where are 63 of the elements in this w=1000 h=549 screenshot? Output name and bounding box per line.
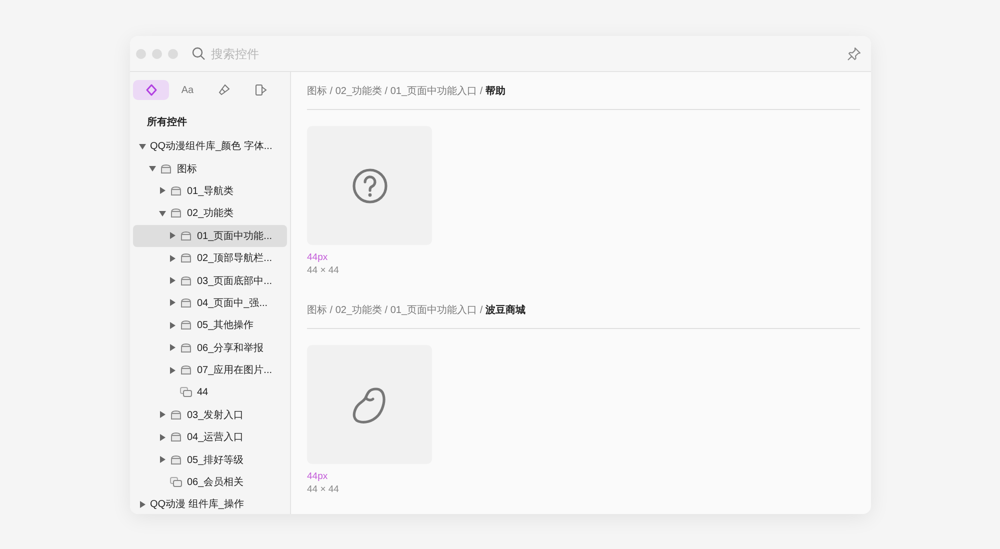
tree-item[interactable]: QQ动漫 组件库_操作 bbox=[133, 493, 287, 514]
folder-icon bbox=[180, 342, 192, 353]
folder-icon bbox=[180, 253, 192, 264]
expanded-triangle-icon[interactable] bbox=[158, 210, 166, 217]
folder-icon bbox=[180, 320, 192, 330]
sidebar-heading[interactable]: 所有控件 bbox=[133, 110, 287, 135]
collapsed-triangle-icon[interactable] bbox=[168, 254, 176, 262]
bean-icon bbox=[352, 386, 388, 424]
tree-item[interactable]: 03_发射入口 bbox=[133, 404, 287, 426]
tree-item[interactable]: 图标 bbox=[133, 157, 287, 180]
folder-icon bbox=[180, 298, 192, 308]
text-tab[interactable]: Aa bbox=[170, 80, 206, 100]
brush-icon bbox=[218, 84, 230, 96]
folder-icon bbox=[180, 230, 192, 241]
tree-item[interactable]: QQ动漫组件库_颜色 字体... bbox=[133, 135, 287, 158]
tree-item[interactable]: 04_页面中_强... bbox=[133, 292, 287, 314]
folder-icon bbox=[180, 365, 192, 376]
tree-item[interactable]: 03_页面底部中... bbox=[133, 269, 287, 292]
icon-preview-card[interactable] bbox=[307, 126, 432, 245]
size-label: 44px bbox=[307, 252, 329, 263]
collapsed-triangle-icon[interactable] bbox=[158, 434, 166, 441]
folder-icon bbox=[170, 432, 182, 442]
icon-tab[interactable] bbox=[133, 80, 169, 100]
tree-item[interactable]: 02_顶部导航栏... bbox=[133, 246, 287, 270]
expanded-triangle-icon[interactable] bbox=[138, 142, 146, 150]
help-icon bbox=[352, 168, 388, 204]
diamond-icon bbox=[146, 84, 156, 96]
collapsed-triangle-icon[interactable] bbox=[168, 344, 176, 352]
tree-item[interactable]: 04_运营入口 bbox=[133, 426, 287, 448]
component-icon bbox=[170, 477, 182, 488]
collapsed-triangle-icon[interactable] bbox=[168, 299, 176, 306]
folder-icon bbox=[170, 208, 182, 218]
collapsed-triangle-icon[interactable] bbox=[158, 456, 166, 464]
component-icon bbox=[180, 387, 192, 398]
tree-item[interactable]: 02_功能类 bbox=[133, 202, 287, 225]
pin-icon[interactable] bbox=[847, 46, 861, 60]
size-label: 44px bbox=[307, 471, 329, 482]
collapsed-triangle-icon[interactable] bbox=[158, 187, 166, 194]
tree-item[interactable]: 06_会员相关 bbox=[133, 470, 287, 494]
folder-icon bbox=[170, 186, 182, 196]
folder-icon bbox=[170, 454, 182, 465]
search-icon bbox=[192, 47, 205, 60]
tree-item[interactable]: 01_导航类 bbox=[133, 180, 287, 202]
dimensions-label: 44 × 44 bbox=[307, 484, 340, 495]
tree-item[interactable]: 05_其他操作 bbox=[133, 314, 287, 337]
dimensions-label: 44 × 44 bbox=[307, 265, 340, 276]
collapsed-triangle-icon[interactable] bbox=[168, 277, 176, 284]
tree-item[interactable]: 05_排好等级 bbox=[133, 448, 287, 471]
collapsed-triangle-icon[interactable] bbox=[168, 366, 176, 374]
collapsed-triangle-icon[interactable] bbox=[168, 232, 176, 240]
expanded-triangle-icon[interactable] bbox=[148, 165, 156, 172]
tree-item[interactable]: 01_页面中功能... bbox=[133, 224, 287, 247]
breadcrumb: 图标 / 02_功能类 / 01_页面中功能入口 / 帮助 bbox=[307, 72, 860, 110]
tree-item[interactable]: 44 bbox=[133, 381, 287, 404]
folder-icon bbox=[160, 164, 172, 174]
breadcrumb: 图标 / 02_功能类 / 01_页面中功能入口 / 波豆商城 bbox=[307, 291, 860, 329]
collapsed-triangle-icon[interactable] bbox=[138, 500, 146, 508]
collapsed-triangle-icon[interactable] bbox=[168, 322, 176, 329]
collapsed-triangle-icon[interactable] bbox=[158, 411, 166, 418]
folder-icon bbox=[170, 410, 182, 420]
folder-icon bbox=[180, 276, 192, 286]
tree-item[interactable]: 06_分享和举报 bbox=[133, 336, 287, 359]
tree-item[interactable]: 07_应用在图片... bbox=[133, 358, 287, 382]
